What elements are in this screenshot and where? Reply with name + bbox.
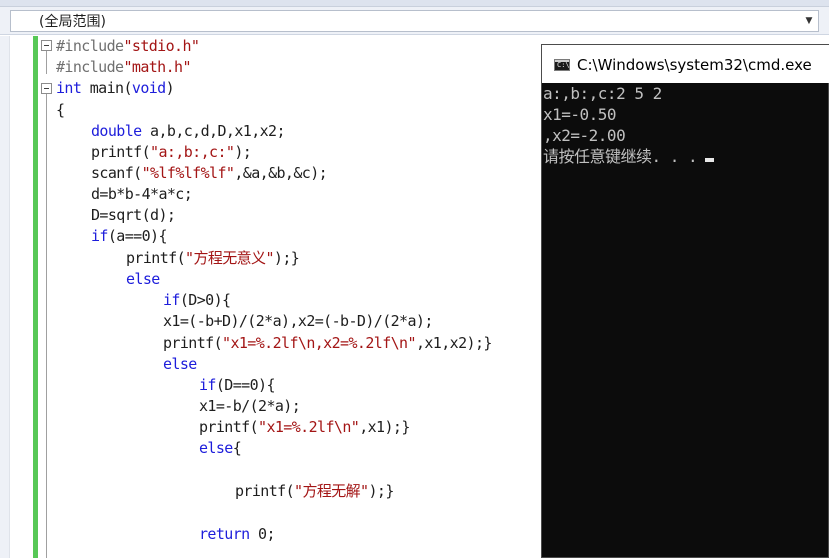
scope-dropdown[interactable]: (全局范围) ▼	[10, 10, 819, 32]
code-token: )	[165, 79, 175, 97]
chevron-down-icon[interactable]: ▼	[802, 13, 816, 29]
code-string: "x1=%.2lf\n,x2=%.2lf\n"	[222, 334, 417, 352]
code-token: ,&a,&b,&c);	[234, 164, 328, 182]
code-string: "方程无意义"	[185, 249, 274, 267]
navigation-bar: (全局范围) ▼	[0, 7, 829, 35]
code-line: if(D>0){	[163, 290, 231, 311]
code-string: "a:,b:,c:"	[150, 143, 235, 161]
code-token: D=sqrt(d);	[91, 206, 176, 224]
collapse-icon[interactable]	[41, 40, 52, 51]
code-token: printf(	[235, 482, 295, 500]
code-token: printf(	[91, 143, 151, 161]
code-keyword: else	[199, 439, 233, 457]
window-top-strip	[0, 0, 829, 7]
code-line: if(D==0){	[199, 375, 275, 396]
code-string: "方程无解"	[294, 482, 369, 500]
code-line: else	[163, 354, 197, 375]
console-line: x1=-0.50	[543, 105, 617, 124]
code-string: "x1=%.2lf\n"	[258, 418, 360, 436]
code-token: main(	[81, 79, 133, 97]
code-token: x1=-b/(2*a);	[199, 397, 301, 415]
console-output: a:,b:,c:2 5 2 x1=-0.50 ,x2=-2.00 请按任意键继续…	[542, 83, 828, 557]
outline-line	[46, 51, 47, 74]
code-token: 0;	[249, 525, 275, 543]
code-line: d=b*b-4*a*c;	[91, 184, 193, 205]
code-token: (D>0){	[179, 291, 231, 309]
code-token: {	[232, 439, 242, 457]
code-keyword: else	[163, 355, 197, 373]
console-prompt-line: 请按任意键继续. . .	[543, 146, 715, 167]
code-token: ,x1,x2);}	[415, 334, 492, 352]
code-token: scanf(	[91, 164, 142, 182]
code-line: #include"math.h"	[56, 57, 192, 78]
code-line: return 0;	[199, 524, 275, 545]
code-keyword: void	[131, 79, 166, 97]
code-line: double a,b,c,d,D,x1,x2;	[91, 121, 286, 142]
code-token: printf(	[163, 334, 223, 352]
console-line: a:,b:,c:2 5 2	[543, 84, 662, 103]
code-token: );	[234, 143, 252, 161]
scope-dropdown-label: (全局范围)	[39, 14, 106, 30]
collapse-icon[interactable]	[41, 83, 52, 94]
code-keyword: return	[199, 525, 250, 543]
code-token: printf(	[126, 249, 186, 267]
code-line: x1=-b/(2*a);	[199, 396, 301, 417]
cmd-icon-glyph: C:\	[557, 61, 570, 69]
code-line: printf("方程无意义");}	[126, 248, 300, 269]
editor-margin	[0, 36, 10, 558]
code-token: printf(	[199, 418, 259, 436]
code-line: else	[126, 269, 160, 290]
code-token: d=b*b-4*a*c;	[91, 185, 193, 203]
code-token: (D==0){	[215, 376, 276, 394]
code-line: else{	[199, 438, 242, 459]
cmd-window-icon: C:\	[554, 59, 570, 71]
code-line: printf("x1=%.2lf\n,x2=%.2lf\n",x1,x2);}	[163, 333, 492, 354]
code-token: ,x1);}	[359, 418, 410, 436]
code-string: "%lf%lf%lf"	[141, 164, 235, 182]
code-line: int main(void)	[56, 78, 175, 99]
console-line: ,x2=-2.00	[543, 126, 626, 145]
code-line: printf("方程无解");}	[235, 481, 394, 502]
code-directive: #include	[56, 58, 124, 76]
code-token: x1=(-b+D)/(2*a),x2=(-b-D)/(2*a);	[163, 312, 433, 330]
code-token: (a==0){	[107, 227, 168, 245]
code-line: printf("a:,b:,c:");	[91, 142, 252, 163]
code-string: "math.h"	[123, 58, 191, 76]
change-tracking-bar	[33, 36, 38, 558]
code-line: scanf("%lf%lf%lf",&a,&b,&c);	[91, 163, 328, 184]
code-keyword: if	[199, 376, 216, 394]
console-title: C:\Windows\system32\cmd.exe	[577, 56, 812, 74]
code-keyword: if	[91, 227, 108, 245]
text-cursor	[705, 158, 715, 162]
code-line: D=sqrt(d);	[91, 205, 176, 226]
code-token: {	[56, 101, 65, 119]
code-line: x1=(-b+D)/(2*a),x2=(-b-D)/(2*a);	[163, 311, 433, 332]
code-keyword: if	[163, 291, 180, 309]
code-line: #include"stdio.h"	[56, 36, 200, 57]
outline-line	[46, 94, 47, 558]
code-token: a,b,c,d,D,x1,x2;	[141, 122, 286, 140]
code-keyword: else	[126, 270, 160, 288]
code-line: if(a==0){	[91, 226, 167, 247]
console-window[interactable]: C:\ C:\Windows\system32\cmd.exe a:,b:,c:…	[541, 44, 829, 558]
code-keyword: int	[56, 79, 82, 97]
code-keyword: double	[91, 122, 142, 140]
code-token: );}	[273, 249, 300, 267]
code-directive: #include	[56, 37, 124, 55]
code-string: "stdio.h"	[123, 37, 200, 55]
console-title-bar[interactable]: C:\ C:\Windows\system32\cmd.exe	[542, 45, 829, 83]
code-line: printf("x1=%.2lf\n",x1);}	[199, 417, 410, 438]
console-line: 请按任意键继续. . .	[543, 147, 698, 166]
code-line: {	[56, 100, 65, 121]
code-token: );}	[368, 482, 394, 500]
